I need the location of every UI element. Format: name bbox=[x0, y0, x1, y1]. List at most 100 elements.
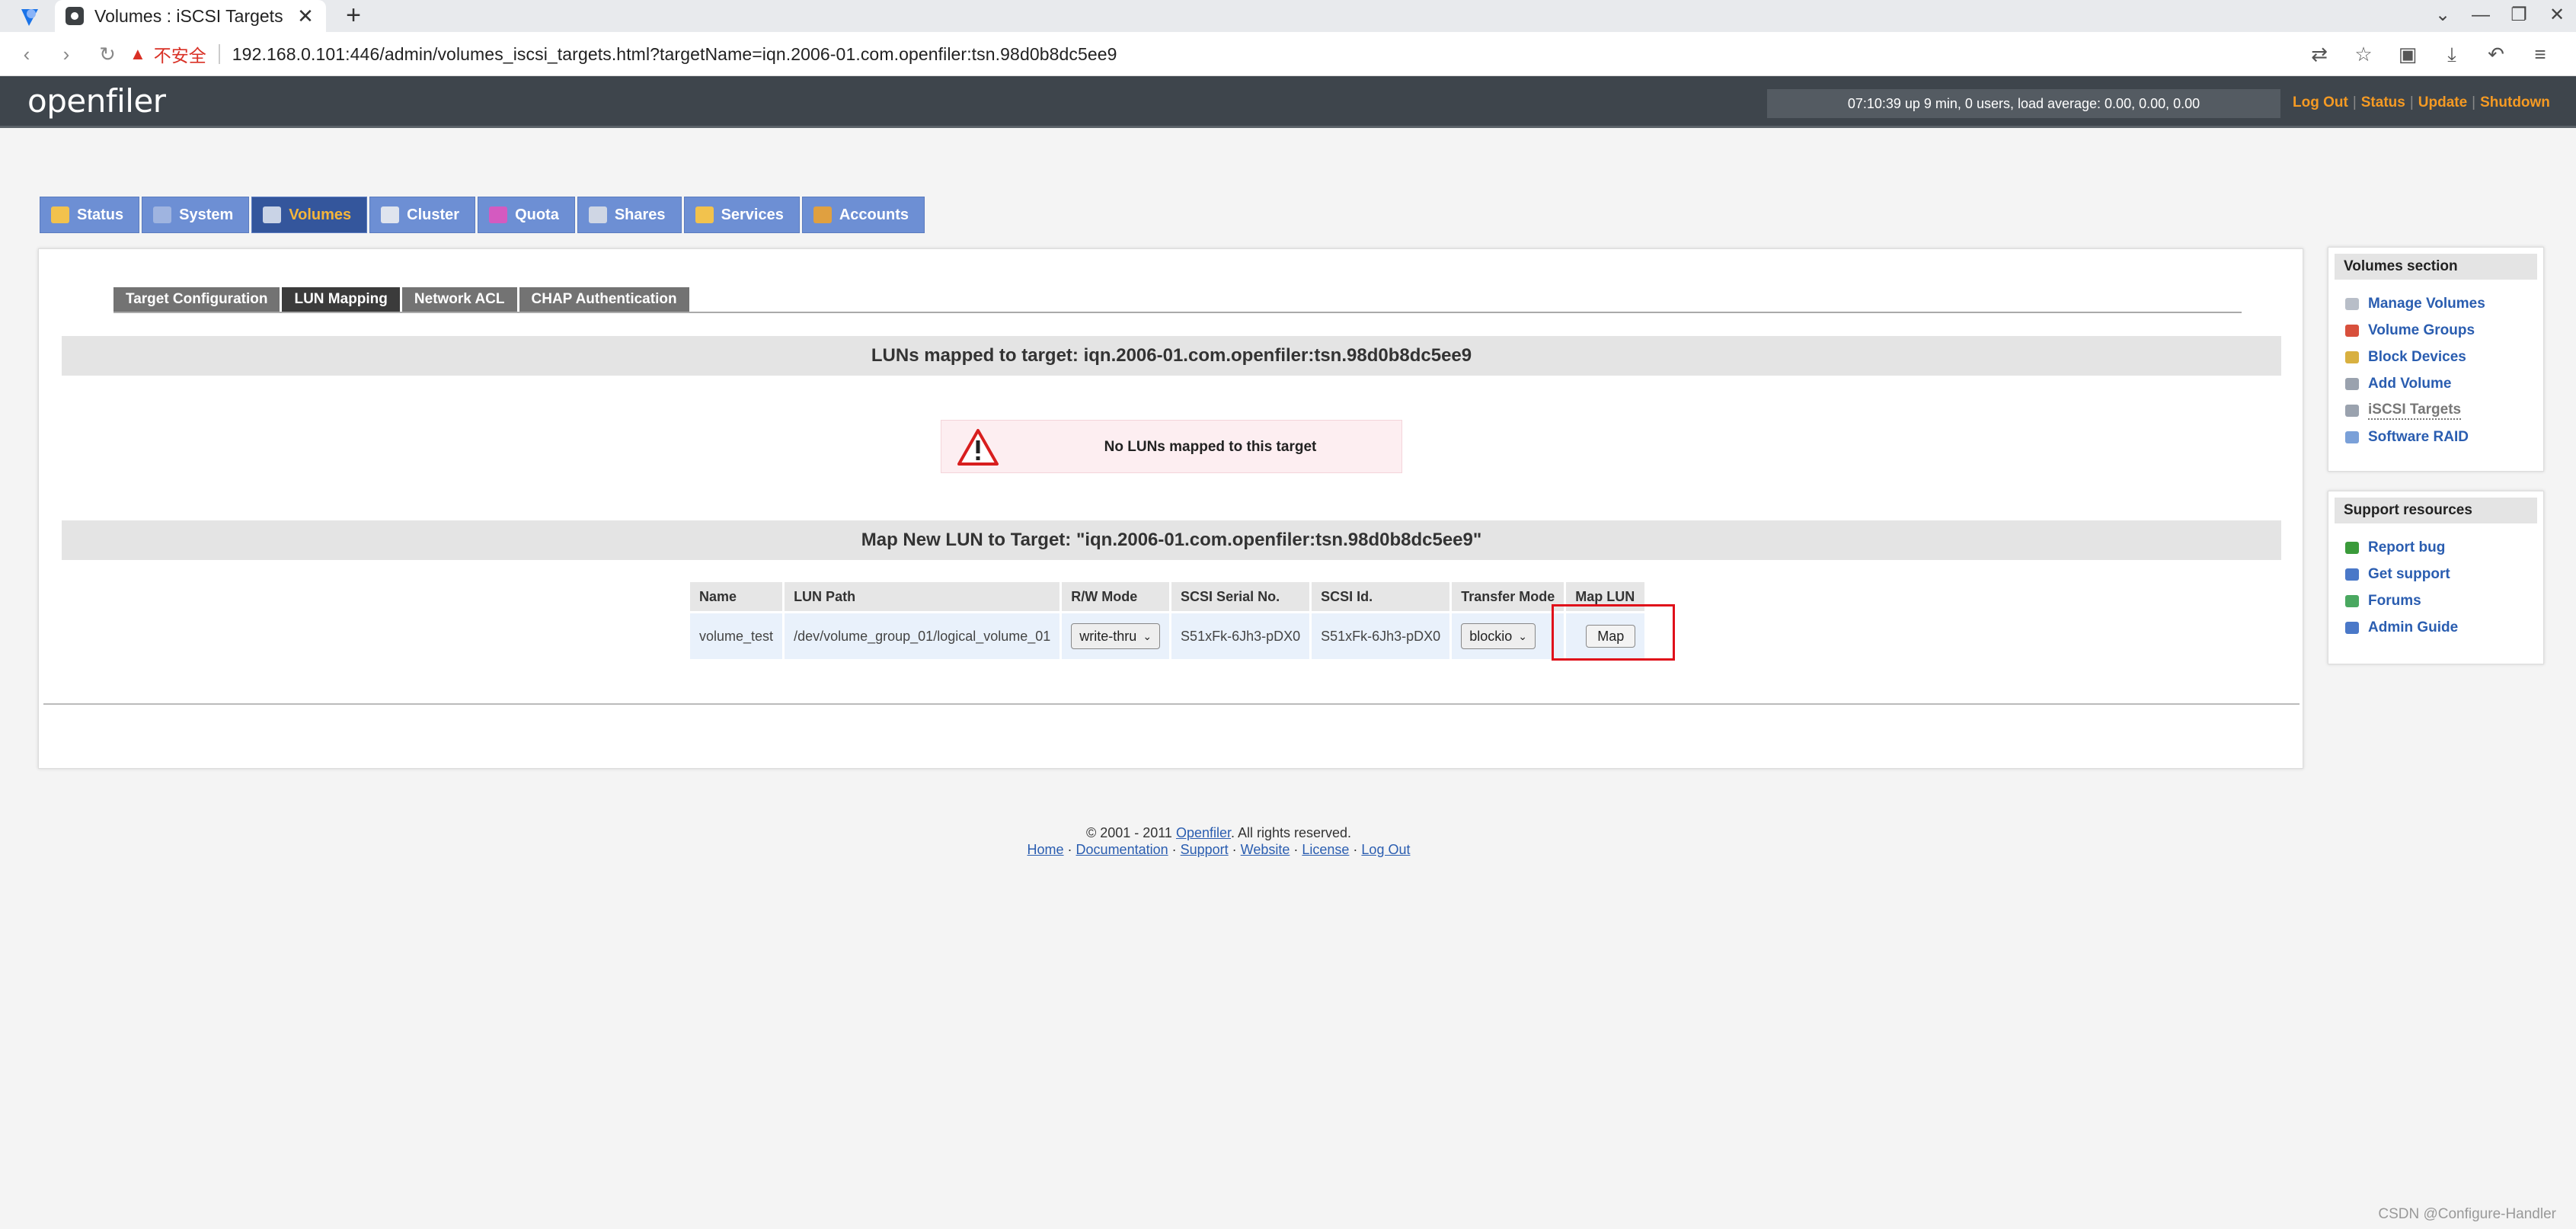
download-icon[interactable]: ⤓ bbox=[2430, 41, 2474, 67]
browser-tab[interactable]: Volumes : iSCSI Targets ✕ bbox=[55, 0, 326, 32]
chevron-down-icon: ⌄ bbox=[1143, 630, 1152, 643]
update-link[interactable]: Update bbox=[2418, 94, 2467, 110]
col-lun-path: LUN Path bbox=[785, 582, 1059, 611]
sidebar-item-admin-guide[interactable]: Admin Guide bbox=[2345, 614, 2543, 641]
rw-mode-select[interactable]: write-thru⌄ bbox=[1071, 623, 1160, 649]
sidebar-item-software-raid[interactable]: Software RAID bbox=[2345, 424, 2543, 450]
sidebar-item-label[interactable]: Admin Guide bbox=[2368, 619, 2458, 636]
sidebar-item-label[interactable]: Block Devices bbox=[2368, 349, 2466, 366]
translate-icon[interactable]: ⇄ bbox=[2297, 41, 2341, 67]
app-header: openfiler 07:10:39 up 9 min, 0 users, lo… bbox=[0, 76, 2576, 128]
new-tab-button[interactable]: + bbox=[340, 2, 367, 29]
iscsi-targets-icon bbox=[2345, 405, 2359, 417]
warning-triangle-icon bbox=[957, 428, 999, 466]
minimize-icon[interactable]: — bbox=[2462, 0, 2500, 32]
browser-toolbar: ⇄ ☆ ▣ ⤓ ↶ ≡ bbox=[2297, 41, 2562, 67]
sidebar-item-label[interactable]: Manage Volumes bbox=[2368, 296, 2485, 312]
tab-services[interactable]: Services bbox=[684, 197, 800, 233]
sidebar-item-forums[interactable]: Forums bbox=[2345, 587, 2543, 614]
block-devices-icon bbox=[2345, 351, 2359, 363]
tab-search-icon[interactable]: ⌄ bbox=[2424, 0, 2462, 32]
forward-icon[interactable]: › bbox=[53, 41, 79, 67]
copyright-post: . All rights reserved. bbox=[1231, 825, 1351, 840]
subtab-chap-authentication[interactable]: CHAP Authentication bbox=[519, 287, 689, 312]
url-field[interactable]: ▲ 不安全 192.168.0.101:446/admin/volumes_is… bbox=[129, 37, 2308, 72]
footer-logout-link[interactable]: Log Out bbox=[1361, 842, 1410, 857]
window-close-icon[interactable]: ✕ bbox=[2538, 0, 2576, 32]
rw-mode-cell: write-thru⌄ bbox=[1062, 613, 1169, 659]
site-favicon-icon bbox=[66, 7, 84, 25]
add-volume-icon bbox=[2345, 378, 2359, 390]
browser-logo-icon bbox=[18, 6, 41, 27]
table-header-row: Name LUN Path R/W Mode SCSI Serial No. S… bbox=[690, 582, 1644, 611]
tab-cluster[interactable]: Cluster bbox=[369, 197, 475, 233]
sidebar-item-label[interactable]: Forums bbox=[2368, 593, 2421, 610]
scsi-id[interactable]: S51xFk-6Jh3-pDX0 bbox=[1312, 613, 1449, 659]
transfer-mode-select[interactable]: blockio⌄ bbox=[1461, 623, 1536, 649]
tab-label: Status bbox=[77, 206, 123, 224]
tab-accounts[interactable]: Accounts bbox=[802, 197, 925, 233]
tab-status[interactable]: Status bbox=[40, 197, 139, 233]
extensions-icon[interactable]: ▣ bbox=[2386, 41, 2430, 67]
sidebar-item-label[interactable]: iSCSI Targets bbox=[2368, 402, 2461, 420]
back-history-icon[interactable]: ↶ bbox=[2474, 41, 2518, 67]
tab-volumes[interactable]: Volumes bbox=[251, 197, 367, 233]
sidebar-item-get-support[interactable]: Get support bbox=[2345, 561, 2543, 587]
tab-quota[interactable]: Quota bbox=[478, 197, 575, 233]
subtab-lun-mapping[interactable]: LUN Mapping bbox=[282, 287, 399, 312]
sidebar-item-label[interactable]: Report bug bbox=[2368, 539, 2445, 556]
sidebar-item-block-devices[interactable]: Block Devices bbox=[2345, 344, 2543, 370]
volumes-section-list: Manage Volumes Volume Groups Block Devic… bbox=[2328, 280, 2543, 458]
back-icon[interactable]: ‹ bbox=[14, 41, 40, 67]
footer-license-link[interactable]: License bbox=[1302, 842, 1349, 857]
col-scsi-id: SCSI Id. bbox=[1312, 582, 1449, 611]
subtab-network-acl[interactable]: Network ACL bbox=[402, 287, 517, 312]
lun-path: /dev/volume_group_01/logical_volume_01 bbox=[785, 613, 1059, 659]
sidebar-item-iscsi-targets[interactable]: iSCSI Targets bbox=[2345, 397, 2543, 424]
reload-icon[interactable]: ↻ bbox=[94, 41, 120, 67]
browser-tabbar: Volumes : iSCSI Targets ✕ + ⌄ — ❐ ✕ bbox=[0, 0, 2576, 32]
sidebar-item-volume-groups[interactable]: Volume Groups bbox=[2345, 317, 2543, 344]
sidebar-item-label[interactable]: Get support bbox=[2368, 566, 2450, 583]
sidebar-item-label[interactable]: Software RAID bbox=[2368, 429, 2469, 446]
watermark: CSDN @Configure-Handler bbox=[2378, 1206, 2556, 1223]
restore-icon[interactable]: ❐ bbox=[2500, 0, 2538, 32]
system-icon bbox=[153, 206, 171, 223]
col-transfer-mode: Transfer Mode bbox=[1452, 582, 1564, 611]
copyright: © 2001 - 2011 Openfiler. All rights rese… bbox=[0, 824, 2437, 841]
openfiler-link[interactable]: Openfiler bbox=[1176, 825, 1231, 840]
tab-label: System bbox=[179, 206, 233, 224]
cluster-icon bbox=[381, 206, 399, 223]
logout-link[interactable]: Log Out bbox=[2293, 94, 2348, 110]
status-link[interactable]: Status bbox=[2361, 94, 2405, 110]
openfiler-logo[interactable]: openfiler bbox=[27, 82, 166, 120]
scsi-serial[interactable]: S51xFk-6Jh3-pDX0 bbox=[1171, 613, 1309, 659]
tab-shares[interactable]: Shares bbox=[577, 197, 682, 233]
tab-close-icon[interactable]: ✕ bbox=[296, 5, 315, 28]
support-resources-list: Report bug Get support Forums Admin Guid… bbox=[2328, 523, 2543, 648]
insecure-label[interactable]: 不安全 bbox=[154, 41, 206, 67]
subtab-target-configuration[interactable]: Target Configuration bbox=[113, 287, 280, 312]
sidebar-item-manage-volumes[interactable]: Manage Volumes bbox=[2345, 290, 2543, 317]
shutdown-link[interactable]: Shutdown bbox=[2480, 94, 2550, 110]
sidebar-item-label[interactable]: Volume Groups bbox=[2368, 322, 2475, 339]
sidebar-item-label[interactable]: Add Volume bbox=[2368, 376, 2451, 392]
footer-home-link[interactable]: Home bbox=[1028, 842, 1064, 857]
menu-icon[interactable]: ≡ bbox=[2518, 41, 2562, 67]
col-rw-mode: R/W Mode bbox=[1062, 582, 1169, 611]
sidebar-item-add-volume[interactable]: Add Volume bbox=[2345, 370, 2543, 397]
notice-text: No LUNs mapped to this target bbox=[1018, 421, 1403, 474]
table-row: volume_test /dev/volume_group_01/logical… bbox=[690, 613, 1644, 659]
tab-system[interactable]: System bbox=[142, 197, 249, 233]
footer-links: Home · Documentation · Support · Website… bbox=[0, 841, 2437, 858]
tab-label: Volumes bbox=[289, 206, 351, 224]
footer-website-link[interactable]: Website bbox=[1241, 842, 1290, 857]
footer-documentation-link[interactable]: Documentation bbox=[1076, 842, 1168, 857]
accounts-icon bbox=[813, 206, 832, 223]
footer-support-link[interactable]: Support bbox=[1181, 842, 1229, 857]
col-name: Name bbox=[690, 582, 782, 611]
url-text[interactable]: 192.168.0.101:446/admin/volumes_iscsi_ta… bbox=[232, 44, 1117, 65]
sidebar-item-report-bug[interactable]: Report bug bbox=[2345, 534, 2543, 561]
star-icon[interactable]: ☆ bbox=[2341, 41, 2386, 67]
content-divider bbox=[43, 703, 2300, 705]
